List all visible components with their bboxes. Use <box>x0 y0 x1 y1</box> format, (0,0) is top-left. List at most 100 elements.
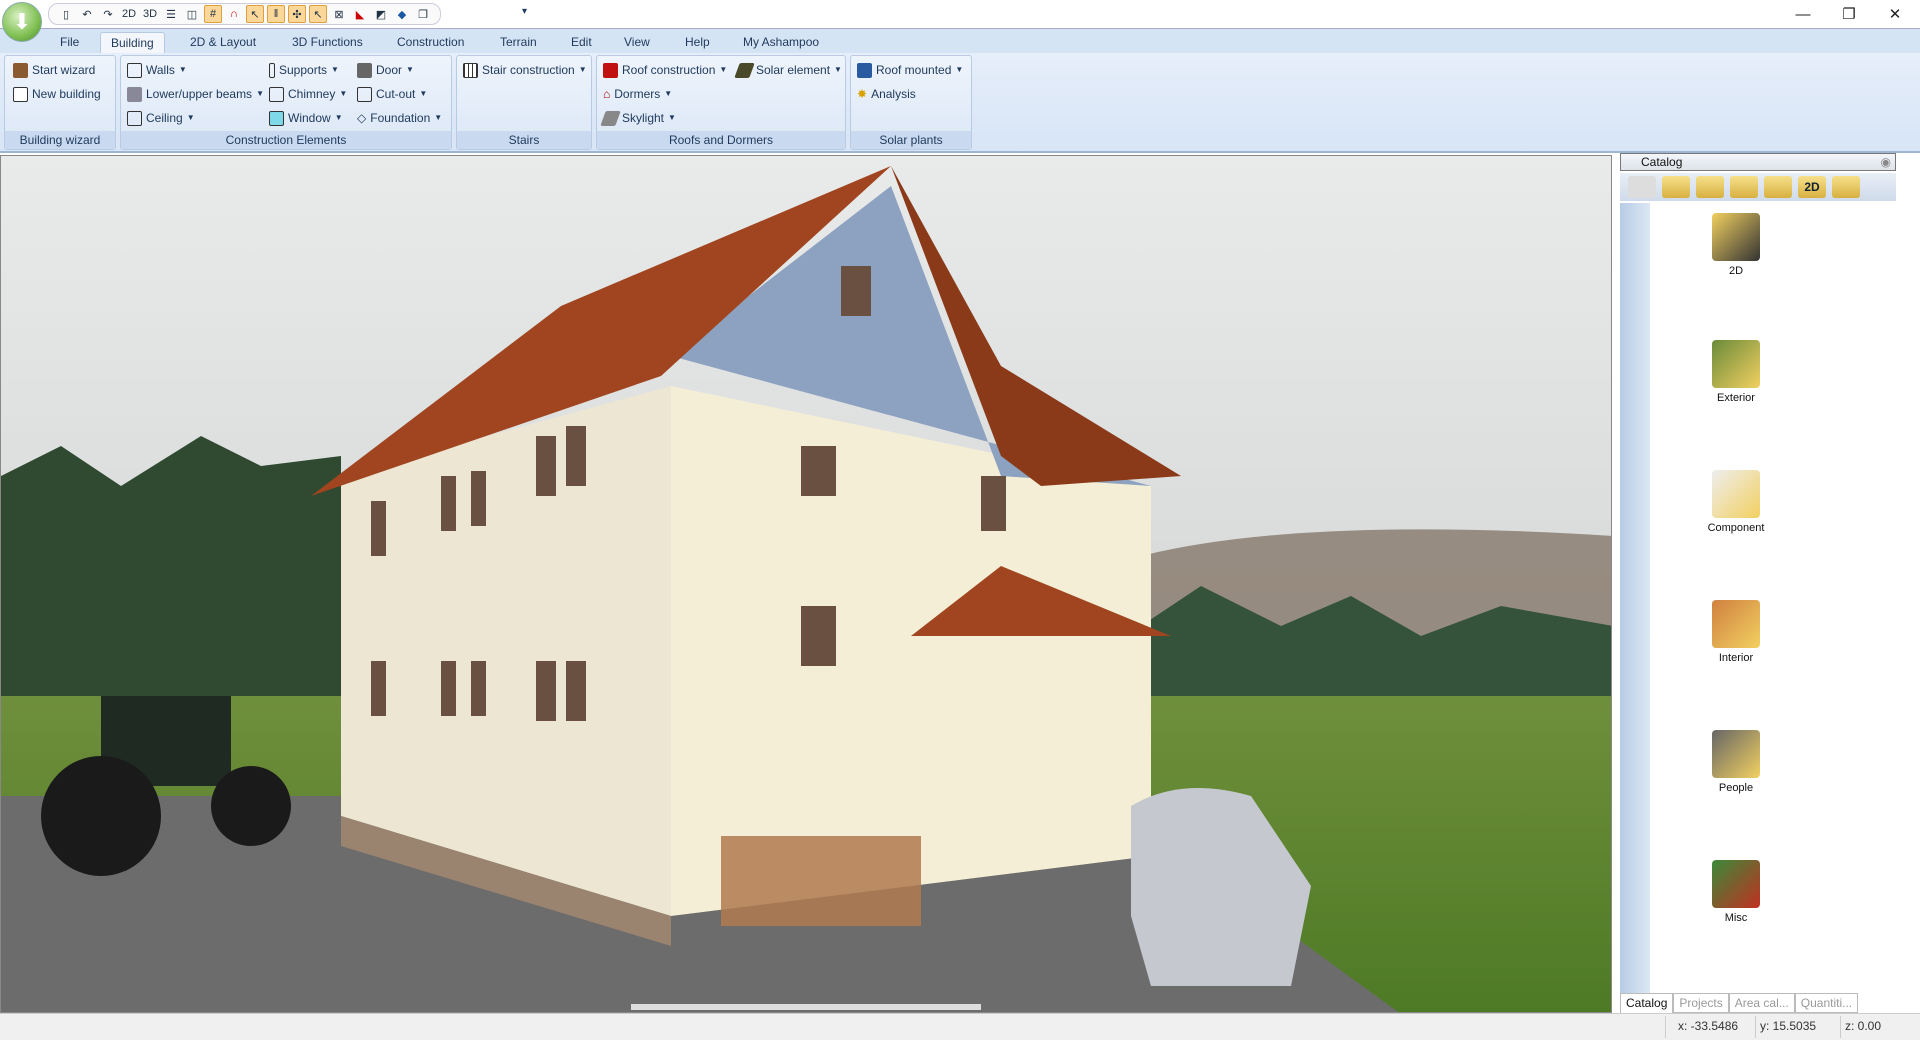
ribbon: Start wizard New building Building wizar… <box>0 53 1920 153</box>
new-building-button[interactable]: New building <box>13 84 101 104</box>
catalog-item-exterior[interactable]: Exterior <box>1686 340 1786 404</box>
misc-folder-icon[interactable] <box>1832 176 1860 198</box>
door-folder-icon[interactable] <box>1662 176 1690 198</box>
catalog-item-misc[interactable]: Misc <box>1686 860 1786 924</box>
label: Stair construction <box>482 63 575 77</box>
tab-projects[interactable]: Projects <box>1673 993 1729 1013</box>
image-folder-icon[interactable] <box>1730 176 1758 198</box>
analysis-button[interactable]: ✸ Analysis <box>857 84 916 104</box>
stairs-icon[interactable]: ◩ <box>372 5 390 23</box>
catalog-item-interior[interactable]: Interior <box>1686 600 1786 664</box>
roof-mounted-icon <box>857 62 872 78</box>
tab-building[interactable]: Building <box>100 32 165 54</box>
3d-view-icon[interactable]: 3D <box>141 5 159 23</box>
tab-terrain[interactable]: Terrain <box>490 32 547 54</box>
roof-construction-button[interactable]: Roof construction ▼ <box>603 60 727 80</box>
component-icon <box>1712 470 1760 518</box>
dormer-icon: ⌂ <box>603 87 611 101</box>
roof-icon[interactable]: ◣ <box>351 5 369 23</box>
stair-construction-button[interactable]: Stair construction ▼ <box>463 60 587 80</box>
window-frame-icon[interactable]: ⊠ <box>330 5 348 23</box>
customize-icon[interactable]: ▾ <box>522 6 527 17</box>
objects-folder-icon[interactable] <box>1696 176 1724 198</box>
beams-button[interactable]: Lower/upper beams ▼ <box>127 84 264 104</box>
door-button[interactable]: Door ▼ <box>357 60 414 80</box>
start-wizard-button[interactable]: Start wizard <box>13 60 95 80</box>
label: Chimney <box>288 87 336 101</box>
close-button[interactable]: ✕ <box>1872 0 1918 28</box>
horizontal-split-icon[interactable]: ☰ <box>162 5 180 23</box>
label: Cut-out <box>376 87 416 101</box>
grid-icon[interactable]: # <box>204 5 222 23</box>
trees-left <box>1 436 341 716</box>
tab-edit[interactable]: Edit <box>561 32 602 54</box>
catalog-toolbar: 2D <box>1620 173 1896 201</box>
tab-catalog[interactable]: Catalog <box>1620 993 1674 1013</box>
walls-button[interactable]: Walls ▼ <box>127 60 187 80</box>
window-button[interactable]: Window ▼ <box>269 108 343 128</box>
blue-element-icon[interactable]: ◆ <box>393 5 411 23</box>
door-icon <box>357 62 372 78</box>
select-arrow-icon[interactable]: ↖ <box>246 5 264 23</box>
label: Foundation <box>370 111 431 125</box>
z-coordinate: z: 0.00 <box>1845 1019 1882 1033</box>
supports-button[interactable]: Supports ▼ <box>269 60 339 80</box>
stairs-icon <box>463 62 478 78</box>
tab-my-ashampoo[interactable]: My Ashampoo <box>733 32 829 54</box>
walls-icon <box>127 62 142 78</box>
tab-file[interactable]: File <box>50 32 89 54</box>
magnet-icon[interactable]: ∩ <box>225 5 243 23</box>
label: Exterior <box>1717 392 1755 404</box>
tab-2d-layout[interactable]: 2D & Layout <box>180 32 266 54</box>
viewport-scrollbar[interactable] <box>631 1004 981 1010</box>
minimize-button[interactable]: — <box>1780 0 1826 28</box>
vertical-split-icon[interactable]: ◫ <box>183 5 201 23</box>
3d-viewport[interactable] <box>0 155 1612 1013</box>
interior-icon <box>1712 600 1760 648</box>
ceiling-button[interactable]: Ceiling ▼ <box>127 108 195 128</box>
tab-view[interactable]: View <box>614 32 660 54</box>
chimney-button[interactable]: Chimney ▼ <box>269 84 347 104</box>
label: Window <box>288 111 331 125</box>
group-label: Stairs <box>457 131 591 149</box>
label: Skylight <box>622 111 665 125</box>
undo-icon[interactable]: ↶ <box>78 5 96 23</box>
solar-panel-icon <box>734 62 755 78</box>
pointer-icon[interactable]: ↖ <box>309 5 327 23</box>
skylight-button[interactable]: Skylight ▼ <box>600 108 676 128</box>
quick-access-toolbar: ▯ ↶ ↷ 2D 3D ☰ ◫ # ∩ ↖ ‖ ✣ ↖ ⊠ ◣ ◩ ◆ ❐ <box>48 3 441 25</box>
2d-view-icon[interactable]: 2D <box>120 5 138 23</box>
dormers-button[interactable]: ⌂ Dormers ▼ <box>603 84 672 104</box>
catalog-sidebar <box>1620 203 1650 993</box>
label: Misc <box>1724 912 1748 924</box>
copy-icon[interactable]: ❐ <box>414 5 432 23</box>
2d-folder-icon[interactable]: 2D <box>1798 176 1826 198</box>
solar-element-button[interactable]: Solar element ▼ <box>734 60 842 80</box>
tab-3d-functions[interactable]: 3D Functions <box>282 32 373 54</box>
new-file-icon[interactable]: ▯ <box>57 5 75 23</box>
catalog-panel: Catalog ◉ 2D 2D Exterior Component Interi… <box>1616 153 1920 1013</box>
tab-quantities[interactable]: Quantiti... <box>1794 993 1859 1013</box>
catalog-item-2d[interactable]: 2D <box>1686 213 1786 277</box>
up-folder-icon[interactable] <box>1628 176 1656 198</box>
label: People <box>1718 782 1754 794</box>
roof-mounted-button[interactable]: Roof mounted ▼ <box>857 60 963 80</box>
group-construction-elements: Walls ▼ Lower/upper beams ▼ Ceiling ▼ Suppo… <box>120 55 452 150</box>
foundation-button[interactable]: ◇ Foundation ▼ <box>357 108 442 128</box>
redo-icon[interactable]: ↷ <box>99 5 117 23</box>
application-menu-button[interactable]: ⬇ <box>2 2 42 42</box>
snap-icon[interactable]: ✣ <box>288 5 306 23</box>
wooden-fence <box>721 836 921 926</box>
catalog-item-people[interactable]: People <box>1686 730 1786 794</box>
tab-help[interactable]: Help <box>675 32 720 54</box>
tab-area-calculation[interactable]: Area cal... <box>1728 993 1795 1013</box>
catalog-item-component[interactable]: Component <box>1686 470 1786 534</box>
parallel-lines-icon[interactable]: ‖ <box>267 5 285 23</box>
globe-folder-icon[interactable] <box>1764 176 1792 198</box>
chimney-icon <box>269 86 284 102</box>
restore-button[interactable]: ❐ <box>1826 0 1872 28</box>
pin-icon[interactable]: ◉ <box>1881 154 1891 170</box>
tab-construction[interactable]: Construction <box>387 32 474 54</box>
cut-out-button[interactable]: Cut-out ▼ <box>357 84 427 104</box>
status-bar: x: -33.5486 y: 15.5035 z: 0.00 <box>0 1013 1920 1040</box>
